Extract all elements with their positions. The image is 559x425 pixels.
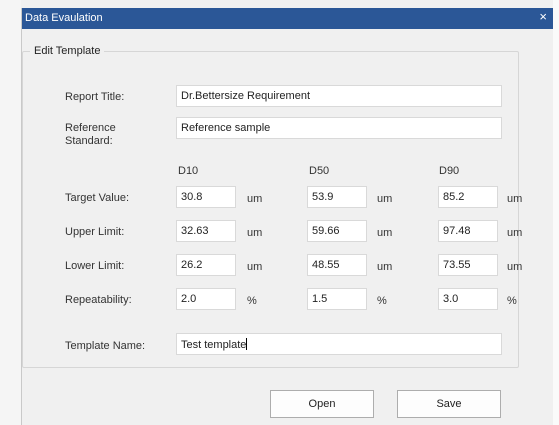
- open-button[interactable]: Open: [270, 390, 374, 418]
- unit-label: um: [247, 261, 263, 273]
- text-cursor: [246, 338, 248, 350]
- upper-limit-label: Upper Limit:: [65, 226, 125, 238]
- unit-label: um: [377, 227, 393, 239]
- repeatability-d50-input[interactable]: 1.5: [307, 288, 367, 310]
- target-value-label: Target Value:: [65, 192, 130, 204]
- background-window-edge: [0, 0, 21, 425]
- lower-limit-d10-input[interactable]: 26.2: [176, 254, 236, 276]
- target-value-d50-input[interactable]: 53.9: [307, 186, 367, 208]
- unit-label: um: [507, 227, 523, 239]
- upper-limit-d90-input[interactable]: 97.48: [438, 220, 498, 242]
- unit-label: um: [507, 193, 523, 205]
- template-name-input[interactable]: Test template: [176, 333, 502, 355]
- repeatability-label: Repeatability:: [65, 294, 132, 306]
- column-header-d50: D50: [309, 165, 330, 177]
- repeatability-d10-input[interactable]: 2.0: [176, 288, 236, 310]
- lower-limit-d50-input[interactable]: 48.55: [307, 254, 367, 276]
- reference-standard-label-line2: Standard:: [65, 135, 113, 147]
- column-header-d10: D10: [178, 165, 199, 177]
- background-window-edge-right: [553, 0, 559, 425]
- lower-limit-d90-input[interactable]: 73.55: [438, 254, 498, 276]
- repeatability-d90-input[interactable]: 3.0: [438, 288, 498, 310]
- unit-label: um: [377, 261, 393, 273]
- lower-limit-label: Lower Limit:: [65, 260, 125, 272]
- unit-label: um: [377, 193, 393, 205]
- reference-standard-input[interactable]: Reference sample: [176, 117, 502, 139]
- template-name-value: Test template: [181, 339, 247, 351]
- save-button[interactable]: Save: [397, 390, 501, 418]
- target-value-d10-input[interactable]: 30.8: [176, 186, 236, 208]
- reference-standard-label-line1: Reference: [65, 122, 116, 134]
- unit-label: um: [247, 193, 263, 205]
- upper-limit-d10-input[interactable]: 32.63: [176, 220, 236, 242]
- report-title-input[interactable]: Dr.Bettersize Requirement: [176, 85, 502, 107]
- percent-label: %: [507, 295, 517, 307]
- percent-label: %: [377, 295, 387, 307]
- upper-limit-d50-input[interactable]: 59.66: [307, 220, 367, 242]
- reference-standard-label: Reference Standard:: [65, 122, 116, 148]
- close-icon[interactable]: ×: [539, 9, 547, 24]
- group-title: Edit Template: [30, 45, 105, 57]
- template-name-label: Template Name:: [65, 340, 146, 352]
- unit-label: um: [247, 227, 263, 239]
- unit-label: um: [507, 261, 523, 273]
- dialog-title: Data Evaulation: [25, 12, 103, 24]
- target-value-d90-input[interactable]: 85.2: [438, 186, 498, 208]
- percent-label: %: [247, 295, 257, 307]
- column-header-d90: D90: [439, 165, 460, 177]
- report-title-label: Report Title:: [65, 91, 125, 103]
- dialog-titlebar[interactable]: Data Evaulation ×: [22, 8, 553, 29]
